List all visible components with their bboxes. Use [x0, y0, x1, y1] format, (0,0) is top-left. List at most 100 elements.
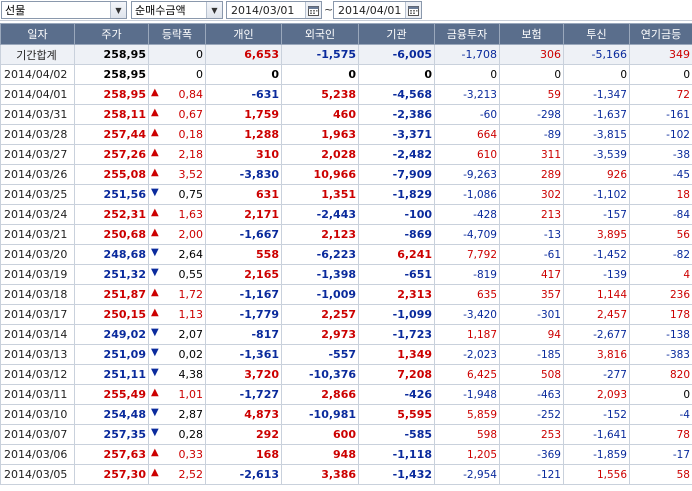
table-row[interactable]: 2014/04/01 258,95 ▲ 0,84 -631 5,238 -4,568 -3,2…: [0, 84, 692, 105]
column-header[interactable]: 일자: [0, 23, 75, 45]
table-row[interactable]: 2014/03/07 257,35 ▼ 0,28 292 600 -585 598 253 -1,…: [0, 424, 692, 445]
row-fin: 0: [434, 64, 500, 85]
row-pension: 78: [629, 424, 692, 445]
row-insurance: -463: [499, 384, 564, 405]
column-header[interactable]: 외국인: [281, 23, 359, 45]
table-row[interactable]: 2014/03/13 251,09 ▼ 0,02 -1,361 -557 1,349 -2,0…: [0, 344, 692, 365]
column-header[interactable]: 연기금등: [629, 23, 692, 45]
row-change-value: 2,00: [178, 228, 204, 241]
row-date: 2014/03/25: [0, 184, 75, 205]
row-trust: -152: [563, 404, 630, 425]
row-price: 257,44: [74, 124, 149, 145]
row-price: 258,95: [74, 84, 149, 105]
row-institution: 2,313: [358, 284, 435, 305]
column-header[interactable]: 금융투자: [434, 23, 500, 45]
row-insurance: 417: [499, 264, 564, 285]
summary-row[interactable]: 기간합계 258,95 0 6,653 -1,575 -6,005 -1,708…: [0, 44, 692, 65]
row-pension: 18: [629, 184, 692, 205]
row-foreign: 2,028: [281, 144, 359, 165]
chevron-down-icon[interactable]: ▼: [206, 2, 222, 18]
row-date: 2014/03/05: [0, 464, 75, 485]
chevron-down-icon[interactable]: ▼: [110, 2, 126, 18]
row-pension: 56: [629, 224, 692, 245]
table-row[interactable]: 2014/03/14 249,02 ▼ 2,07 -817 2,973 -1,723 1,18…: [0, 324, 692, 345]
row-institution: 5,595: [358, 404, 435, 425]
table-row[interactable]: 2014/03/21 250,68 ▲ 2,00 -1,667 2,123 -869 -4,7…: [0, 224, 692, 245]
table-row[interactable]: 2014/03/24 252,31 ▲ 1,63 2,171 -2,443 -100 -428…: [0, 204, 692, 225]
row-individual: 292: [205, 424, 282, 445]
table-row[interactable]: 2014/03/26 255,08 ▲ 3,52 -3,830 10,966 -7,909-…: [0, 164, 692, 185]
column-header[interactable]: 주가: [74, 23, 149, 45]
row-institution: -100: [358, 204, 435, 225]
table-row[interactable]: 2014/03/28 257,44 ▲ 0,18 1,288 1,963 -3,371 664…: [0, 124, 692, 145]
table-row[interactable]: 2014/03/18 251,87 ▲ 1,72 -1,167 -1,009 2,313 63…: [0, 284, 692, 305]
table-row[interactable]: 2014/03/19 251,32 ▼ 0,55 2,165 -1,398 -651 -819…: [0, 264, 692, 285]
table-row[interactable]: 2014/03/25 251,56 ▼ 0,75 631 1,351 -1,829 -1,08…: [0, 184, 692, 205]
table-row[interactable]: 2014/03/31 258,11 ▲ 0,67 1,759 460 -2,386 -60 -2…: [0, 104, 692, 125]
column-header[interactable]: 등락폭: [148, 23, 206, 45]
row-pension: -84: [629, 204, 692, 225]
row-fin: 7,792: [434, 244, 500, 265]
row-foreign: 5,238: [281, 84, 359, 105]
row-date: 2014/03/13: [0, 344, 75, 365]
column-header[interactable]: 기관: [358, 23, 435, 45]
row-price: 257,30: [74, 464, 149, 485]
table-row[interactable]: 2014/03/05 257,30 ▲ 2,52 -2,613 3,386 -1,432 -2…: [0, 464, 692, 485]
row-pension: 178: [629, 304, 692, 325]
market-select[interactable]: 선물 ▼: [1, 1, 127, 19]
row-date: 2014/03/20: [0, 244, 75, 265]
row-individual: 558: [205, 244, 282, 265]
row-date: 2014/03/24: [0, 204, 75, 225]
summary-trust: -5,166: [563, 44, 630, 65]
row-date: 2014/03/12: [0, 364, 75, 385]
row-change: ▲ 1,13: [148, 304, 206, 325]
table-row[interactable]: 2014/03/11 255,49 ▲ 1,01 -1,727 2,866 -426 -1,9…: [0, 384, 692, 405]
row-foreign: 1,963: [281, 124, 359, 145]
summary-fin: -1,708: [434, 44, 500, 65]
row-foreign: -10,981: [281, 404, 359, 425]
summary-individual: 6,653: [205, 44, 282, 65]
row-fin: -1,086: [434, 184, 500, 205]
row-individual: 4,873: [205, 404, 282, 425]
row-change-value: 4,38: [178, 368, 204, 381]
triangle-down-icon: ▼: [151, 347, 159, 358]
table-row[interactable]: 2014/04/02 258,95 0 0 0 0 0 0 0 0: [0, 64, 692, 85]
row-fin: -4,709: [434, 224, 500, 245]
row-price: 251,32: [74, 264, 149, 285]
column-header[interactable]: 투신: [563, 23, 630, 45]
row-trust: -1,859: [563, 444, 630, 465]
row-foreign: -6,223: [281, 244, 359, 265]
date-from-field[interactable]: 2014/03/01: [226, 1, 322, 19]
table-row[interactable]: 2014/03/27 257,26 ▲ 2,18 310 2,028 -2,482 610 31…: [0, 144, 692, 165]
calendar-icon[interactable]: [305, 2, 321, 18]
row-foreign: 948: [281, 444, 359, 465]
triangle-up-icon: ▲: [151, 287, 159, 298]
column-header[interactable]: 개인: [205, 23, 282, 45]
table-row[interactable]: 2014/03/06 257,63 ▲ 0,33 168 948 -1,118 1,205 -3…: [0, 444, 692, 465]
row-change: ▲ 3,52: [148, 164, 206, 185]
row-fin: 1,205: [434, 444, 500, 465]
column-header[interactable]: 보험: [499, 23, 564, 45]
row-trust: 1,144: [563, 284, 630, 305]
row-foreign: 2,973: [281, 324, 359, 345]
row-institution: -2,386: [358, 104, 435, 125]
table-row[interactable]: 2014/03/12 251,11 ▼ 4,38 3,720 -10,376 7,208 6,…: [0, 364, 692, 385]
date-to-field[interactable]: 2014/04/01: [333, 1, 422, 19]
row-trust: -3,815: [563, 124, 630, 145]
row-institution: -7,909: [358, 164, 435, 185]
table-row[interactable]: 2014/03/10 254,48 ▼ 2,87 4,873 -10,981 5,595 5,…: [0, 404, 692, 425]
row-change: ▲ 2,00: [148, 224, 206, 245]
row-date: 2014/03/31: [0, 104, 75, 125]
row-change: ▼ 0,28: [148, 424, 206, 445]
row-individual: -1,667: [205, 224, 282, 245]
row-price: 258,95: [74, 64, 149, 85]
row-date: 2014/03/11: [0, 384, 75, 405]
row-insurance: 357: [499, 284, 564, 305]
row-price: 255,08: [74, 164, 149, 185]
metric-select[interactable]: 순매수금액 ▼: [131, 1, 223, 19]
calendar-icon[interactable]: [405, 2, 421, 18]
row-foreign: 600: [281, 424, 359, 445]
table-row[interactable]: 2014/03/17 250,15 ▲ 1,13 -1,779 2,257 -1,099 -3…: [0, 304, 692, 325]
row-institution: -1,432: [358, 464, 435, 485]
table-row[interactable]: 2014/03/20 248,68 ▼ 2,64 558 -6,223 6,241 7,792…: [0, 244, 692, 265]
